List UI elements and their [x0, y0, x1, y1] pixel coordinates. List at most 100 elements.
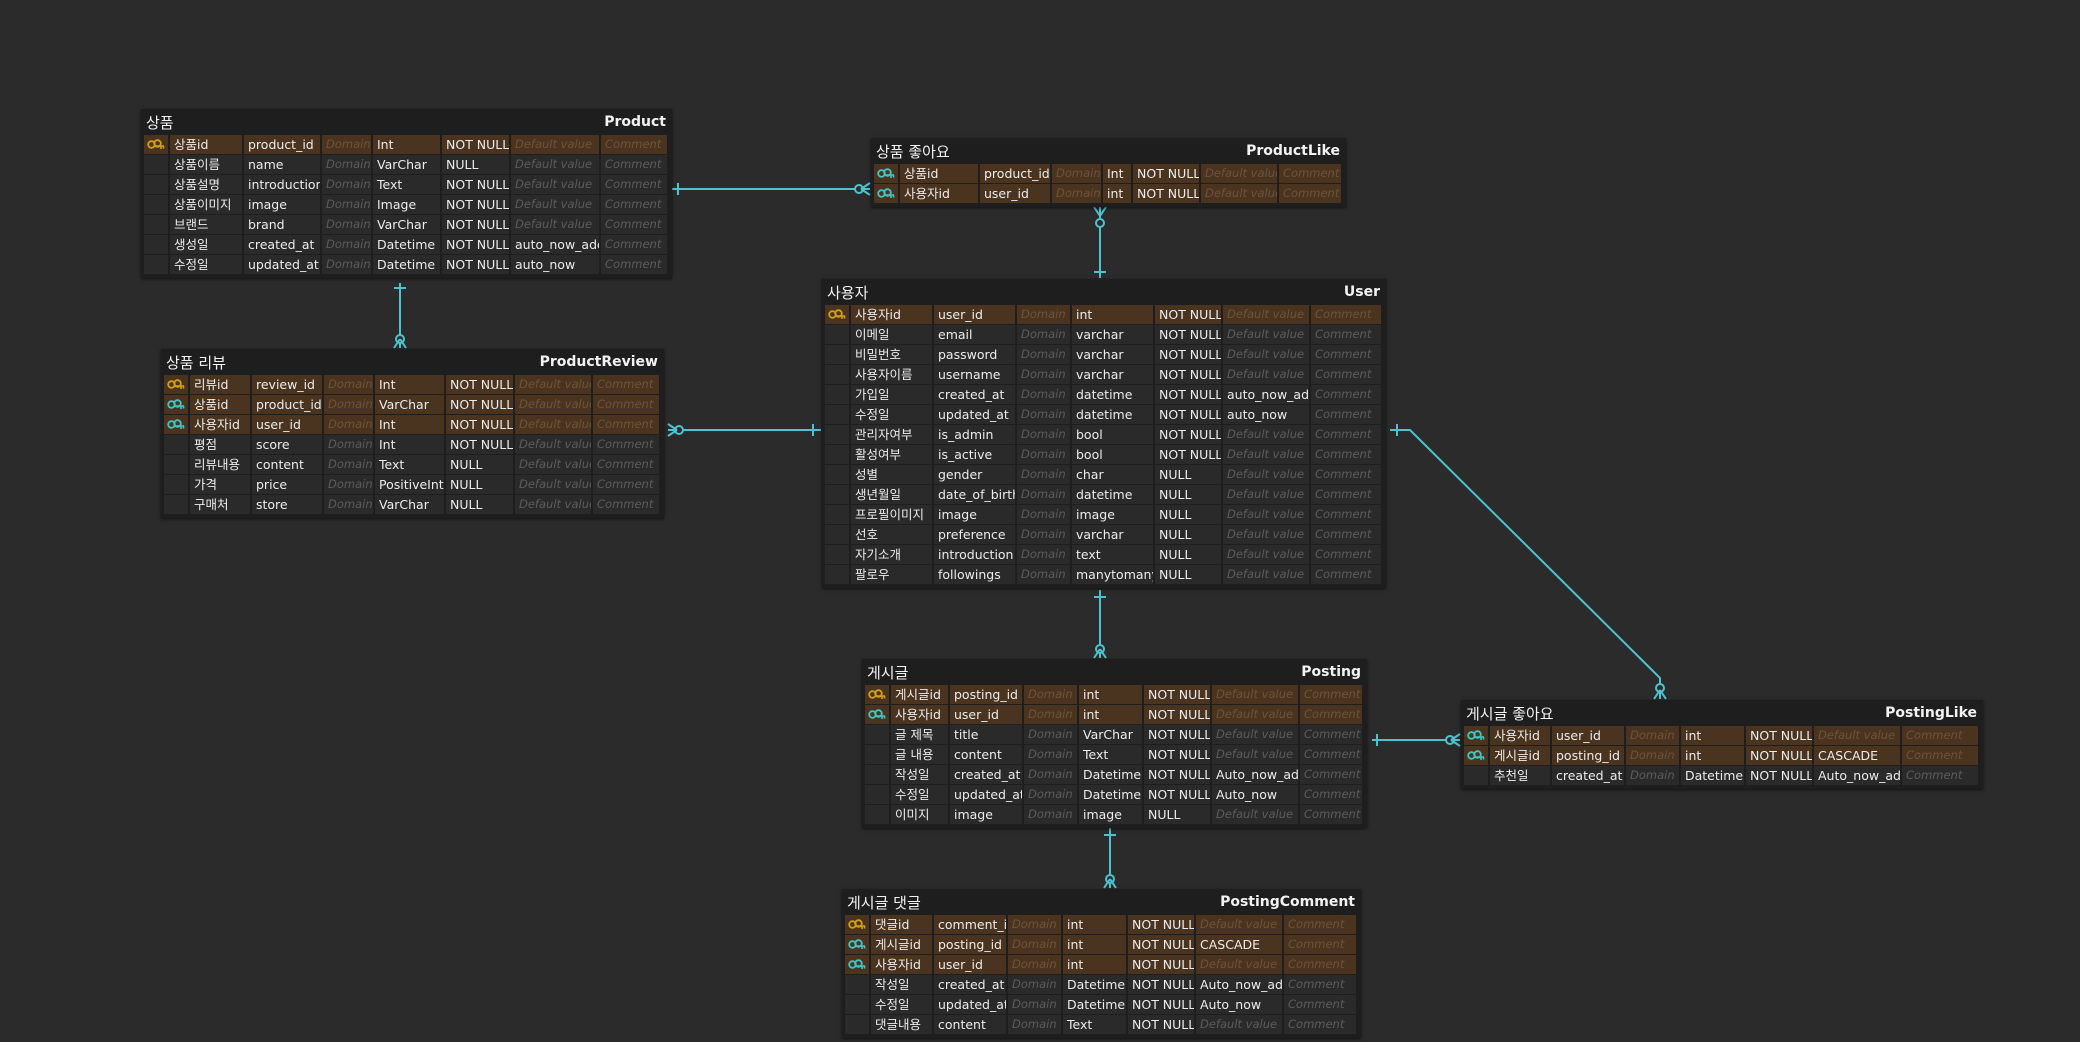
- column-row[interactable]: 생년월일 date_of_birth Domain datetime NULL Defau…: [825, 485, 1383, 505]
- key-cell[interactable]: [825, 545, 849, 564]
- column-domain[interactable]: Domain: [1017, 505, 1070, 524]
- column-physical-name[interactable]: is_active: [934, 445, 1015, 464]
- column-default[interactable]: auto_now_add: [511, 235, 599, 254]
- column-nullable[interactable]: NULL: [446, 475, 513, 494]
- column-logical-name[interactable]: 작성일: [891, 765, 948, 784]
- column-comment[interactable]: Comment: [601, 155, 667, 174]
- column-type[interactable]: Int: [375, 415, 444, 434]
- column-comment[interactable]: Comment: [1311, 405, 1381, 424]
- column-nullable[interactable]: NULL: [1155, 545, 1221, 564]
- column-type[interactable]: VarChar: [1079, 725, 1142, 744]
- column-row[interactable]: 자기소개 introduction Domain text NULL Default va…: [825, 545, 1383, 565]
- column-row[interactable]: 상품id product_id Domain Int NOT NULL Default v…: [874, 164, 1343, 184]
- column-default[interactable]: Default value: [1201, 164, 1277, 183]
- key-cell[interactable]: [144, 175, 168, 194]
- column-row[interactable]: 평점 score Domain Int NOT NULL Default value Com…: [164, 435, 661, 455]
- column-default[interactable]: Auto_now: [1212, 785, 1298, 804]
- column-comment[interactable]: Comment: [1300, 705, 1362, 724]
- key-cell[interactable]: [164, 435, 188, 454]
- column-row[interactable]: 이미지 image Domain image NULL Default value Comm…: [865, 805, 1364, 825]
- column-physical-name[interactable]: updated_at: [934, 995, 1006, 1014]
- column-logical-name[interactable]: 비밀번호: [851, 345, 932, 364]
- key-cell[interactable]: [825, 405, 849, 424]
- column-default[interactable]: Default value: [515, 395, 591, 414]
- column-logical-name[interactable]: 자기소개: [851, 545, 932, 564]
- foreign-key-icon-cell[interactable]: [1464, 726, 1488, 745]
- column-nullable[interactable]: NOT NULL: [1746, 766, 1812, 785]
- column-type[interactable]: int: [1072, 305, 1153, 324]
- column-default[interactable]: Default value: [1223, 545, 1309, 564]
- column-default[interactable]: Default value: [515, 475, 591, 494]
- key-cell[interactable]: [865, 805, 889, 824]
- column-physical-name[interactable]: gender: [934, 465, 1015, 484]
- column-comment[interactable]: Comment: [593, 375, 659, 394]
- column-physical-name[interactable]: image: [934, 505, 1015, 524]
- column-type[interactable]: Datetime: [1681, 766, 1744, 785]
- column-logical-name[interactable]: 상품id: [900, 164, 978, 183]
- column-type[interactable]: Text: [373, 175, 440, 194]
- column-domain[interactable]: Domain: [1024, 685, 1077, 704]
- column-physical-name[interactable]: introduction: [244, 175, 320, 194]
- column-logical-name[interactable]: 브랜드: [170, 215, 242, 234]
- column-type[interactable]: Text: [375, 455, 444, 474]
- column-type[interactable]: VarChar: [373, 215, 440, 234]
- column-nullable[interactable]: NOT NULL: [442, 195, 509, 214]
- column-logical-name[interactable]: 사용자이름: [851, 365, 932, 384]
- column-default[interactable]: Auto_now_add: [1814, 766, 1900, 785]
- column-logical-name[interactable]: 사용자id: [190, 415, 250, 434]
- key-cell[interactable]: [865, 745, 889, 764]
- column-type[interactable]: Datetime: [373, 255, 440, 274]
- column-row[interactable]: 선호 preference Domain varchar NULL Default val…: [825, 525, 1383, 545]
- column-logical-name[interactable]: 사용자id: [871, 955, 932, 974]
- column-physical-name[interactable]: created_at: [1552, 766, 1624, 785]
- column-row[interactable]: 프로필이미지 image Domain image NULL Default value C…: [825, 505, 1383, 525]
- column-nullable[interactable]: NOT NULL: [1155, 305, 1221, 324]
- column-logical-name[interactable]: 게시글id: [871, 935, 932, 954]
- column-default[interactable]: Default value: [515, 495, 591, 514]
- column-nullable[interactable]: NOT NULL: [1128, 995, 1194, 1014]
- column-physical-name[interactable]: updated_at: [244, 255, 320, 274]
- key-cell[interactable]: [865, 765, 889, 784]
- column-nullable[interactable]: NOT NULL: [1128, 955, 1194, 974]
- column-nullable[interactable]: NOT NULL: [1155, 405, 1221, 424]
- entity-header[interactable]: 게시글 Posting: [862, 659, 1367, 685]
- column-comment[interactable]: Comment: [1902, 726, 1978, 745]
- column-comment[interactable]: Comment: [1311, 485, 1381, 504]
- column-row[interactable]: 생성일 created_at Domain Datetime NOT NULL auto_…: [144, 235, 669, 255]
- column-row[interactable]: 활성여부 is_active Domain bool NOT NULL Default v…: [825, 445, 1383, 465]
- column-domain[interactable]: Domain: [1017, 485, 1070, 504]
- column-physical-name[interactable]: preference: [934, 525, 1015, 544]
- column-type[interactable]: Int: [1103, 164, 1131, 183]
- column-type[interactable]: Int: [375, 375, 444, 394]
- foreign-key-icon-cell[interactable]: [164, 395, 188, 414]
- column-row[interactable]: 사용자id user_id Domain int NOT NULL Default val…: [865, 705, 1364, 725]
- column-logical-name[interactable]: 수정일: [170, 255, 242, 274]
- column-default[interactable]: Default value: [511, 195, 599, 214]
- column-nullable[interactable]: NOT NULL: [1128, 975, 1194, 994]
- column-row[interactable]: 가격 price Domain PositiveInt NULL Default valu…: [164, 475, 661, 495]
- column-comment[interactable]: Comment: [593, 495, 659, 514]
- key-cell[interactable]: [144, 195, 168, 214]
- column-default[interactable]: Default value: [1223, 565, 1309, 584]
- column-physical-name[interactable]: followings: [934, 565, 1015, 584]
- column-nullable[interactable]: NOT NULL: [1144, 785, 1210, 804]
- entity-header[interactable]: 상품 리뷰 ProductReview: [161, 349, 664, 375]
- key-cell[interactable]: [1464, 766, 1488, 785]
- column-nullable[interactable]: NOT NULL: [442, 215, 509, 234]
- column-logical-name[interactable]: 사용자id: [900, 184, 978, 203]
- column-row[interactable]: 구매처 store Domain VarChar NULL Default value Co…: [164, 495, 661, 515]
- column-comment[interactable]: Comment: [1311, 505, 1381, 524]
- column-physical-name[interactable]: is_admin: [934, 425, 1015, 444]
- entity-posting[interactable]: 게시글 Posting 게시글id posting_id Domain int NOT NU…: [862, 659, 1367, 828]
- column-row[interactable]: 작성일 created_at Domain Datetime NOT NULL Auto_…: [845, 975, 1358, 995]
- column-type[interactable]: Datetime: [1079, 765, 1142, 784]
- column-physical-name[interactable]: score: [252, 435, 322, 454]
- column-logical-name[interactable]: 가격: [190, 475, 250, 494]
- column-row[interactable]: 게시글id posting_id Domain int NOT NULL Default …: [865, 685, 1364, 705]
- key-cell[interactable]: [825, 365, 849, 384]
- entity-product-review[interactable]: 상품 리뷰 ProductReview 리뷰id review_id Domain Int…: [161, 349, 664, 518]
- column-default[interactable]: Default value: [1201, 184, 1277, 203]
- column-physical-name[interactable]: email: [934, 325, 1015, 344]
- column-type[interactable]: Int: [375, 435, 444, 454]
- column-logical-name[interactable]: 리뷰내용: [190, 455, 250, 474]
